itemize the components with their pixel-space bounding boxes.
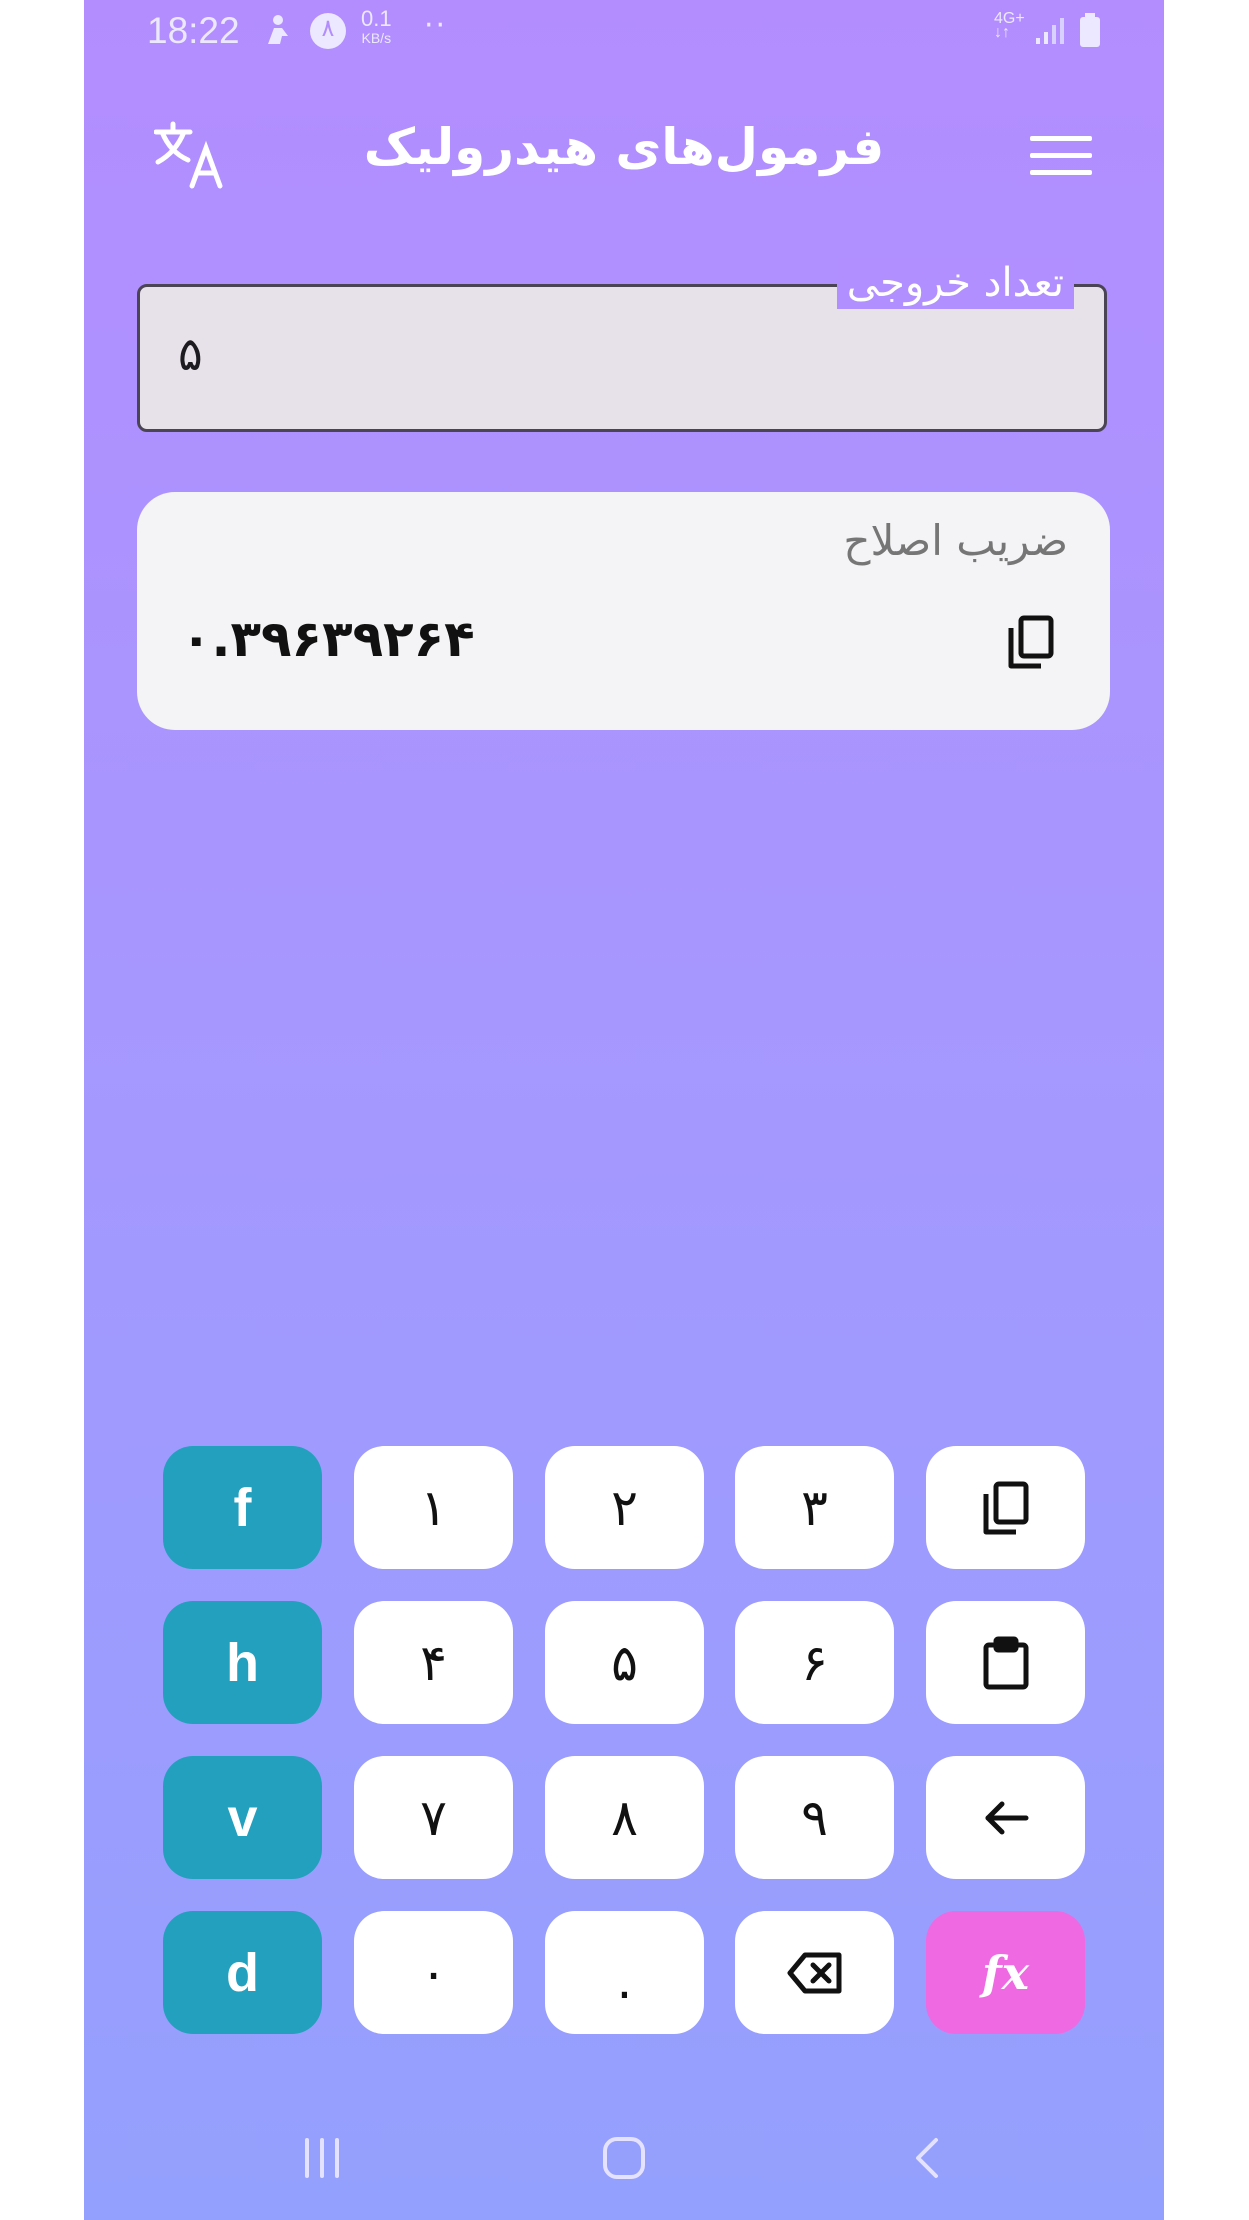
variable-key-f[interactable]: f [163, 1446, 322, 1569]
notification-badge-text: ۸ [321, 14, 335, 42]
digit-key[interactable]: ۲ [545, 1446, 704, 1569]
key-label: ۱ [420, 1478, 447, 1537]
digit-key[interactable]: ۶ [735, 1601, 894, 1724]
battery-icon [1078, 12, 1102, 52]
notification-icon [262, 14, 292, 50]
more-notifications-icon: ·· [424, 8, 448, 43]
outputs-count-value[interactable]: ۵ [178, 327, 203, 381]
digit-key[interactable]: ۹ [735, 1756, 894, 1879]
recent-apps-icon[interactable] [302, 2136, 342, 2184]
signal-icon [1034, 14, 1068, 50]
key-arrow-left-button[interactable] [926, 1756, 1085, 1879]
arrow-left-icon [982, 1800, 1030, 1836]
backspace-icon [787, 1952, 843, 1994]
key-label: ۶ [801, 1633, 828, 1692]
correction-factor-label: ضریب اصلاح [843, 516, 1068, 565]
hamburger-menu-icon[interactable] [1030, 134, 1092, 182]
key-label: ۰ [420, 1943, 447, 2002]
network-speed-value: 0.1 [361, 6, 392, 31]
key-label: ۸ [611, 1788, 638, 1847]
digit-key[interactable]: ۰ [354, 1911, 513, 2034]
correction-factor-value: ۰.۳۹۶۳۹۲۶۴ [181, 610, 475, 668]
translate-icon[interactable] [153, 120, 228, 194]
variable-key-h[interactable]: h [163, 1601, 322, 1724]
key-label: ۲ [611, 1478, 638, 1537]
copy-icon[interactable] [1007, 614, 1055, 674]
digit-key[interactable]: ۵ [545, 1601, 704, 1724]
digit-key[interactable]: ۱ [354, 1446, 513, 1569]
network-speed-unit: KB/s [361, 30, 392, 46]
data-arrows-icon: ↓↑ [994, 24, 1010, 41]
key-label: ۴ [420, 1633, 447, 1692]
app-bar: فرمول‌های هیدرولیک [84, 100, 1164, 210]
outputs-count-label: تعداد خروجی [836, 257, 1074, 309]
variable-key-d[interactable]: d [163, 1911, 322, 2034]
variable-key-v[interactable]: v [163, 1756, 322, 1879]
page-title: فرمول‌های هیدرولیک [363, 118, 885, 176]
key-clipboard-paste-button[interactable] [926, 1601, 1085, 1724]
key-copy-button[interactable] [926, 1446, 1085, 1569]
result-card: ضریب اصلاح ۰.۳۹۶۳۹۲۶۴ [137, 492, 1110, 730]
fx-button[interactable]: fx [926, 1911, 1085, 2034]
key-backspace-button[interactable] [735, 1911, 894, 2034]
status-bar: 18:22 ۸ 0.1 KB/s ·· 4G+ ↓↑ [84, 0, 1164, 62]
key-label: ۹ [801, 1788, 828, 1847]
key-label: . [616, 1951, 633, 2010]
key-label: d [226, 1942, 259, 2003]
status-time: 18:22 [147, 10, 240, 51]
app-screen: 18:22 ۸ 0.1 KB/s ·· 4G+ ↓↑ [84, 0, 1164, 2220]
key-label: h [226, 1632, 259, 1693]
digit-key[interactable]: ۳ [735, 1446, 894, 1569]
network-type: 4G+ ↓↑ [994, 11, 1025, 41]
home-icon[interactable] [602, 2136, 646, 2184]
digit-key[interactable]: ۸ [545, 1756, 704, 1879]
network-speed: 0.1 KB/s [361, 6, 392, 47]
notification-badge: ۸ [309, 12, 347, 54]
copy-icon [982, 1480, 1030, 1536]
digit-key[interactable]: ۷ [354, 1756, 513, 1879]
key-label: v [227, 1787, 258, 1848]
key-label: fx [981, 1945, 1030, 2000]
navigation-bar [84, 2120, 1164, 2200]
key-label: ۵ [611, 1633, 638, 1692]
digit-key[interactable]: ۴ [354, 1601, 513, 1724]
clipboard-paste-icon [982, 1635, 1030, 1691]
outputs-count-field[interactable]: تعداد خروجی ۵ [137, 257, 1107, 432]
back-icon[interactable] [912, 2136, 942, 2184]
key-label: ۳ [801, 1478, 828, 1537]
key-label: f [233, 1477, 252, 1538]
digit-key[interactable]: . [545, 1911, 704, 2034]
key-label: ۷ [420, 1788, 447, 1847]
